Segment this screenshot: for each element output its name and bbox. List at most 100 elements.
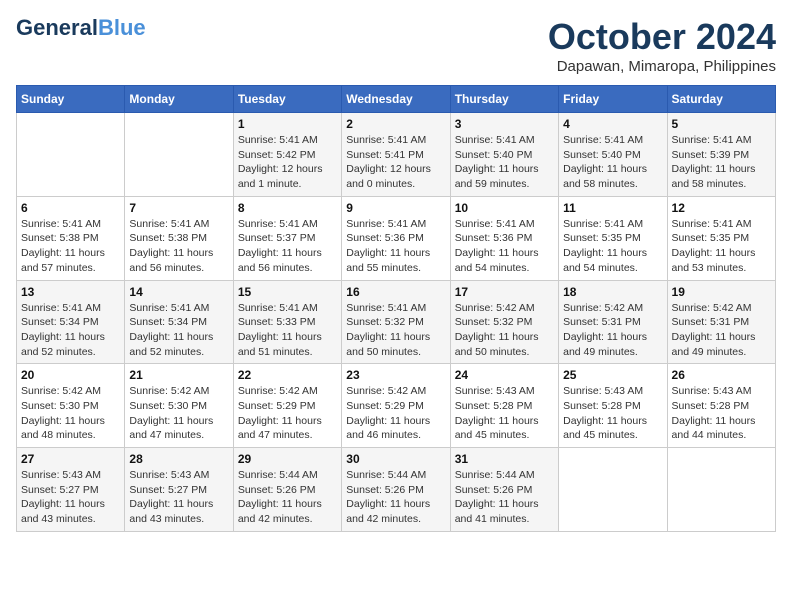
day-info: Sunrise: 5:42 AM Sunset: 5:31 PM Dayligh… xyxy=(672,301,771,360)
column-header-wednesday: Wednesday xyxy=(342,86,450,113)
day-number: 7 xyxy=(129,201,228,215)
day-number: 10 xyxy=(455,201,554,215)
day-number: 23 xyxy=(346,368,445,382)
calendar-cell: 29 Sunrise: 5:44 AM Sunset: 5:26 PM Dayli… xyxy=(233,448,341,532)
calendar-cell: 5Sunrise: 5:41 AM Sunset: 5:39 PM Daylig… xyxy=(667,113,775,197)
day-number: 12 xyxy=(672,201,771,215)
day-info: Sunrise: 5:43 AM Sunset: 5:27 PM Dayligh… xyxy=(129,468,228,527)
calendar-cell: 16Sunrise: 5:41 AM Sunset: 5:32 PM Dayli… xyxy=(342,280,450,364)
calendar-cell xyxy=(17,113,125,197)
day-info: Sunrise: 5:42 AM Sunset: 5:30 PM Dayligh… xyxy=(129,384,228,443)
day-info: Sunrise: 5:43 AM Sunset: 5:28 PM Dayligh… xyxy=(455,384,554,443)
day-number: 16 xyxy=(346,285,445,299)
day-number: 22 xyxy=(238,368,337,382)
week-row-4: 20 Sunrise: 5:42 AM Sunset: 5:30 PM Dayli… xyxy=(17,364,776,448)
calendar-cell: 8 Sunrise: 5:41 AM Sunset: 5:37 PM Daylig… xyxy=(233,196,341,280)
column-header-sunday: Sunday xyxy=(17,86,125,113)
logo: GeneralBlue xyxy=(16,16,146,40)
calendar-cell: 4 Sunrise: 5:41 AM Sunset: 5:40 PM Daylig… xyxy=(559,113,667,197)
calendar-cell: 13 Sunrise: 5:41 AM Sunset: 5:34 PM Dayli… xyxy=(17,280,125,364)
day-info: Sunrise: 5:43 AM Sunset: 5:27 PM Dayligh… xyxy=(21,468,120,527)
calendar-cell xyxy=(125,113,233,197)
day-info: Sunrise: 5:41 AM Sunset: 5:33 PM Dayligh… xyxy=(238,301,337,360)
day-number: 9 xyxy=(346,201,445,215)
day-info: Sunrise: 5:41 AM Sunset: 5:38 PM Dayligh… xyxy=(21,217,120,276)
calendar-cell: 17 Sunrise: 5:42 AM Sunset: 5:32 PM Dayli… xyxy=(450,280,558,364)
day-number: 13 xyxy=(21,285,120,299)
calendar-cell: 11Sunrise: 5:41 AM Sunset: 5:35 PM Dayli… xyxy=(559,196,667,280)
day-info: Sunrise: 5:42 AM Sunset: 5:29 PM Dayligh… xyxy=(238,384,337,443)
day-number: 15 xyxy=(238,285,337,299)
day-number: 25 xyxy=(563,368,662,382)
calendar-cell: 14Sunrise: 5:41 AM Sunset: 5:34 PM Dayli… xyxy=(125,280,233,364)
day-number: 17 xyxy=(455,285,554,299)
day-info: Sunrise: 5:41 AM Sunset: 5:35 PM Dayligh… xyxy=(672,217,771,276)
day-info: Sunrise: 5:42 AM Sunset: 5:30 PM Dayligh… xyxy=(21,384,120,443)
day-number: 31 xyxy=(455,452,554,466)
calendar-cell: 7Sunrise: 5:41 AM Sunset: 5:38 PM Daylig… xyxy=(125,196,233,280)
page-header: GeneralBlue October 2024 Dapawan, Mimaro… xyxy=(16,16,776,75)
calendar-cell: 3 Sunrise: 5:41 AM Sunset: 5:40 PM Daylig… xyxy=(450,113,558,197)
week-row-1: 1Sunrise: 5:41 AM Sunset: 5:42 PM Daylig… xyxy=(17,113,776,197)
day-info: Sunrise: 5:42 AM Sunset: 5:32 PM Dayligh… xyxy=(455,301,554,360)
day-info: Sunrise: 5:42 AM Sunset: 5:31 PM Dayligh… xyxy=(563,301,662,360)
day-number: 4 xyxy=(563,117,662,131)
day-number: 18 xyxy=(563,285,662,299)
day-info: Sunrise: 5:41 AM Sunset: 5:40 PM Dayligh… xyxy=(563,133,662,192)
day-number: 24 xyxy=(455,368,554,382)
day-info: Sunrise: 5:41 AM Sunset: 5:42 PM Dayligh… xyxy=(238,133,337,192)
day-number: 29 xyxy=(238,452,337,466)
column-header-thursday: Thursday xyxy=(450,86,558,113)
day-info: Sunrise: 5:43 AM Sunset: 5:28 PM Dayligh… xyxy=(672,384,771,443)
calendar-cell: 1Sunrise: 5:41 AM Sunset: 5:42 PM Daylig… xyxy=(233,113,341,197)
week-row-3: 13 Sunrise: 5:41 AM Sunset: 5:34 PM Dayli… xyxy=(17,280,776,364)
day-number: 19 xyxy=(672,285,771,299)
logo-blue: Blue xyxy=(98,15,146,40)
calendar-cell: 9 Sunrise: 5:41 AM Sunset: 5:36 PM Daylig… xyxy=(342,196,450,280)
calendar-cell: 18 Sunrise: 5:42 AM Sunset: 5:31 PM Dayli… xyxy=(559,280,667,364)
calendar-cell: 10Sunrise: 5:41 AM Sunset: 5:36 PM Dayli… xyxy=(450,196,558,280)
calendar-cell: 24 Sunrise: 5:43 AM Sunset: 5:28 PM Dayli… xyxy=(450,364,558,448)
day-info: Sunrise: 5:44 AM Sunset: 5:26 PM Dayligh… xyxy=(238,468,337,527)
day-info: Sunrise: 5:41 AM Sunset: 5:34 PM Dayligh… xyxy=(129,301,228,360)
day-number: 21 xyxy=(129,368,228,382)
calendar-cell: 30Sunrise: 5:44 AM Sunset: 5:26 PM Dayli… xyxy=(342,448,450,532)
day-number: 27 xyxy=(21,452,120,466)
day-number: 11 xyxy=(563,201,662,215)
day-number: 28 xyxy=(129,452,228,466)
day-info: Sunrise: 5:44 AM Sunset: 5:26 PM Dayligh… xyxy=(346,468,445,527)
day-info: Sunrise: 5:44 AM Sunset: 5:26 PM Dayligh… xyxy=(455,468,554,527)
calendar-cell: 20 Sunrise: 5:42 AM Sunset: 5:30 PM Dayli… xyxy=(17,364,125,448)
calendar-cell: 25 Sunrise: 5:43 AM Sunset: 5:28 PM Dayli… xyxy=(559,364,667,448)
header-row: SundayMondayTuesdayWednesdayThursdayFrid… xyxy=(17,86,776,113)
day-number: 20 xyxy=(21,368,120,382)
calendar-cell: 22 Sunrise: 5:42 AM Sunset: 5:29 PM Dayli… xyxy=(233,364,341,448)
column-header-tuesday: Tuesday xyxy=(233,86,341,113)
day-info: Sunrise: 5:41 AM Sunset: 5:39 PM Dayligh… xyxy=(672,133,771,192)
calendar-table: SundayMondayTuesdayWednesdayThursdayFrid… xyxy=(16,85,776,532)
day-info: Sunrise: 5:41 AM Sunset: 5:37 PM Dayligh… xyxy=(238,217,337,276)
day-number: 6 xyxy=(21,201,120,215)
day-number: 8 xyxy=(238,201,337,215)
day-info: Sunrise: 5:43 AM Sunset: 5:28 PM Dayligh… xyxy=(563,384,662,443)
calendar-cell: 21 Sunrise: 5:42 AM Sunset: 5:30 PM Dayli… xyxy=(125,364,233,448)
column-header-friday: Friday xyxy=(559,86,667,113)
title-area: October 2024 Dapawan, Mimaropa, Philippi… xyxy=(548,16,776,75)
column-header-saturday: Saturday xyxy=(667,86,775,113)
day-number: 2 xyxy=(346,117,445,131)
location: Dapawan, Mimaropa, Philippines xyxy=(548,58,776,75)
day-info: Sunrise: 5:41 AM Sunset: 5:34 PM Dayligh… xyxy=(21,301,120,360)
calendar-cell xyxy=(667,448,775,532)
day-info: Sunrise: 5:41 AM Sunset: 5:41 PM Dayligh… xyxy=(346,133,445,192)
day-info: Sunrise: 5:41 AM Sunset: 5:40 PM Dayligh… xyxy=(455,133,554,192)
day-info: Sunrise: 5:41 AM Sunset: 5:36 PM Dayligh… xyxy=(346,217,445,276)
day-number: 26 xyxy=(672,368,771,382)
calendar-cell: 12 Sunrise: 5:41 AM Sunset: 5:35 PM Dayli… xyxy=(667,196,775,280)
calendar-cell: 2 Sunrise: 5:41 AM Sunset: 5:41 PM Daylig… xyxy=(342,113,450,197)
calendar-cell: 15 Sunrise: 5:41 AM Sunset: 5:33 PM Dayli… xyxy=(233,280,341,364)
calendar-cell: 27 Sunrise: 5:43 AM Sunset: 5:27 PM Dayli… xyxy=(17,448,125,532)
week-row-5: 27 Sunrise: 5:43 AM Sunset: 5:27 PM Dayli… xyxy=(17,448,776,532)
day-number: 3 xyxy=(455,117,554,131)
logo-general: General xyxy=(16,15,98,40)
calendar-cell: 31 Sunrise: 5:44 AM Sunset: 5:26 PM Dayli… xyxy=(450,448,558,532)
